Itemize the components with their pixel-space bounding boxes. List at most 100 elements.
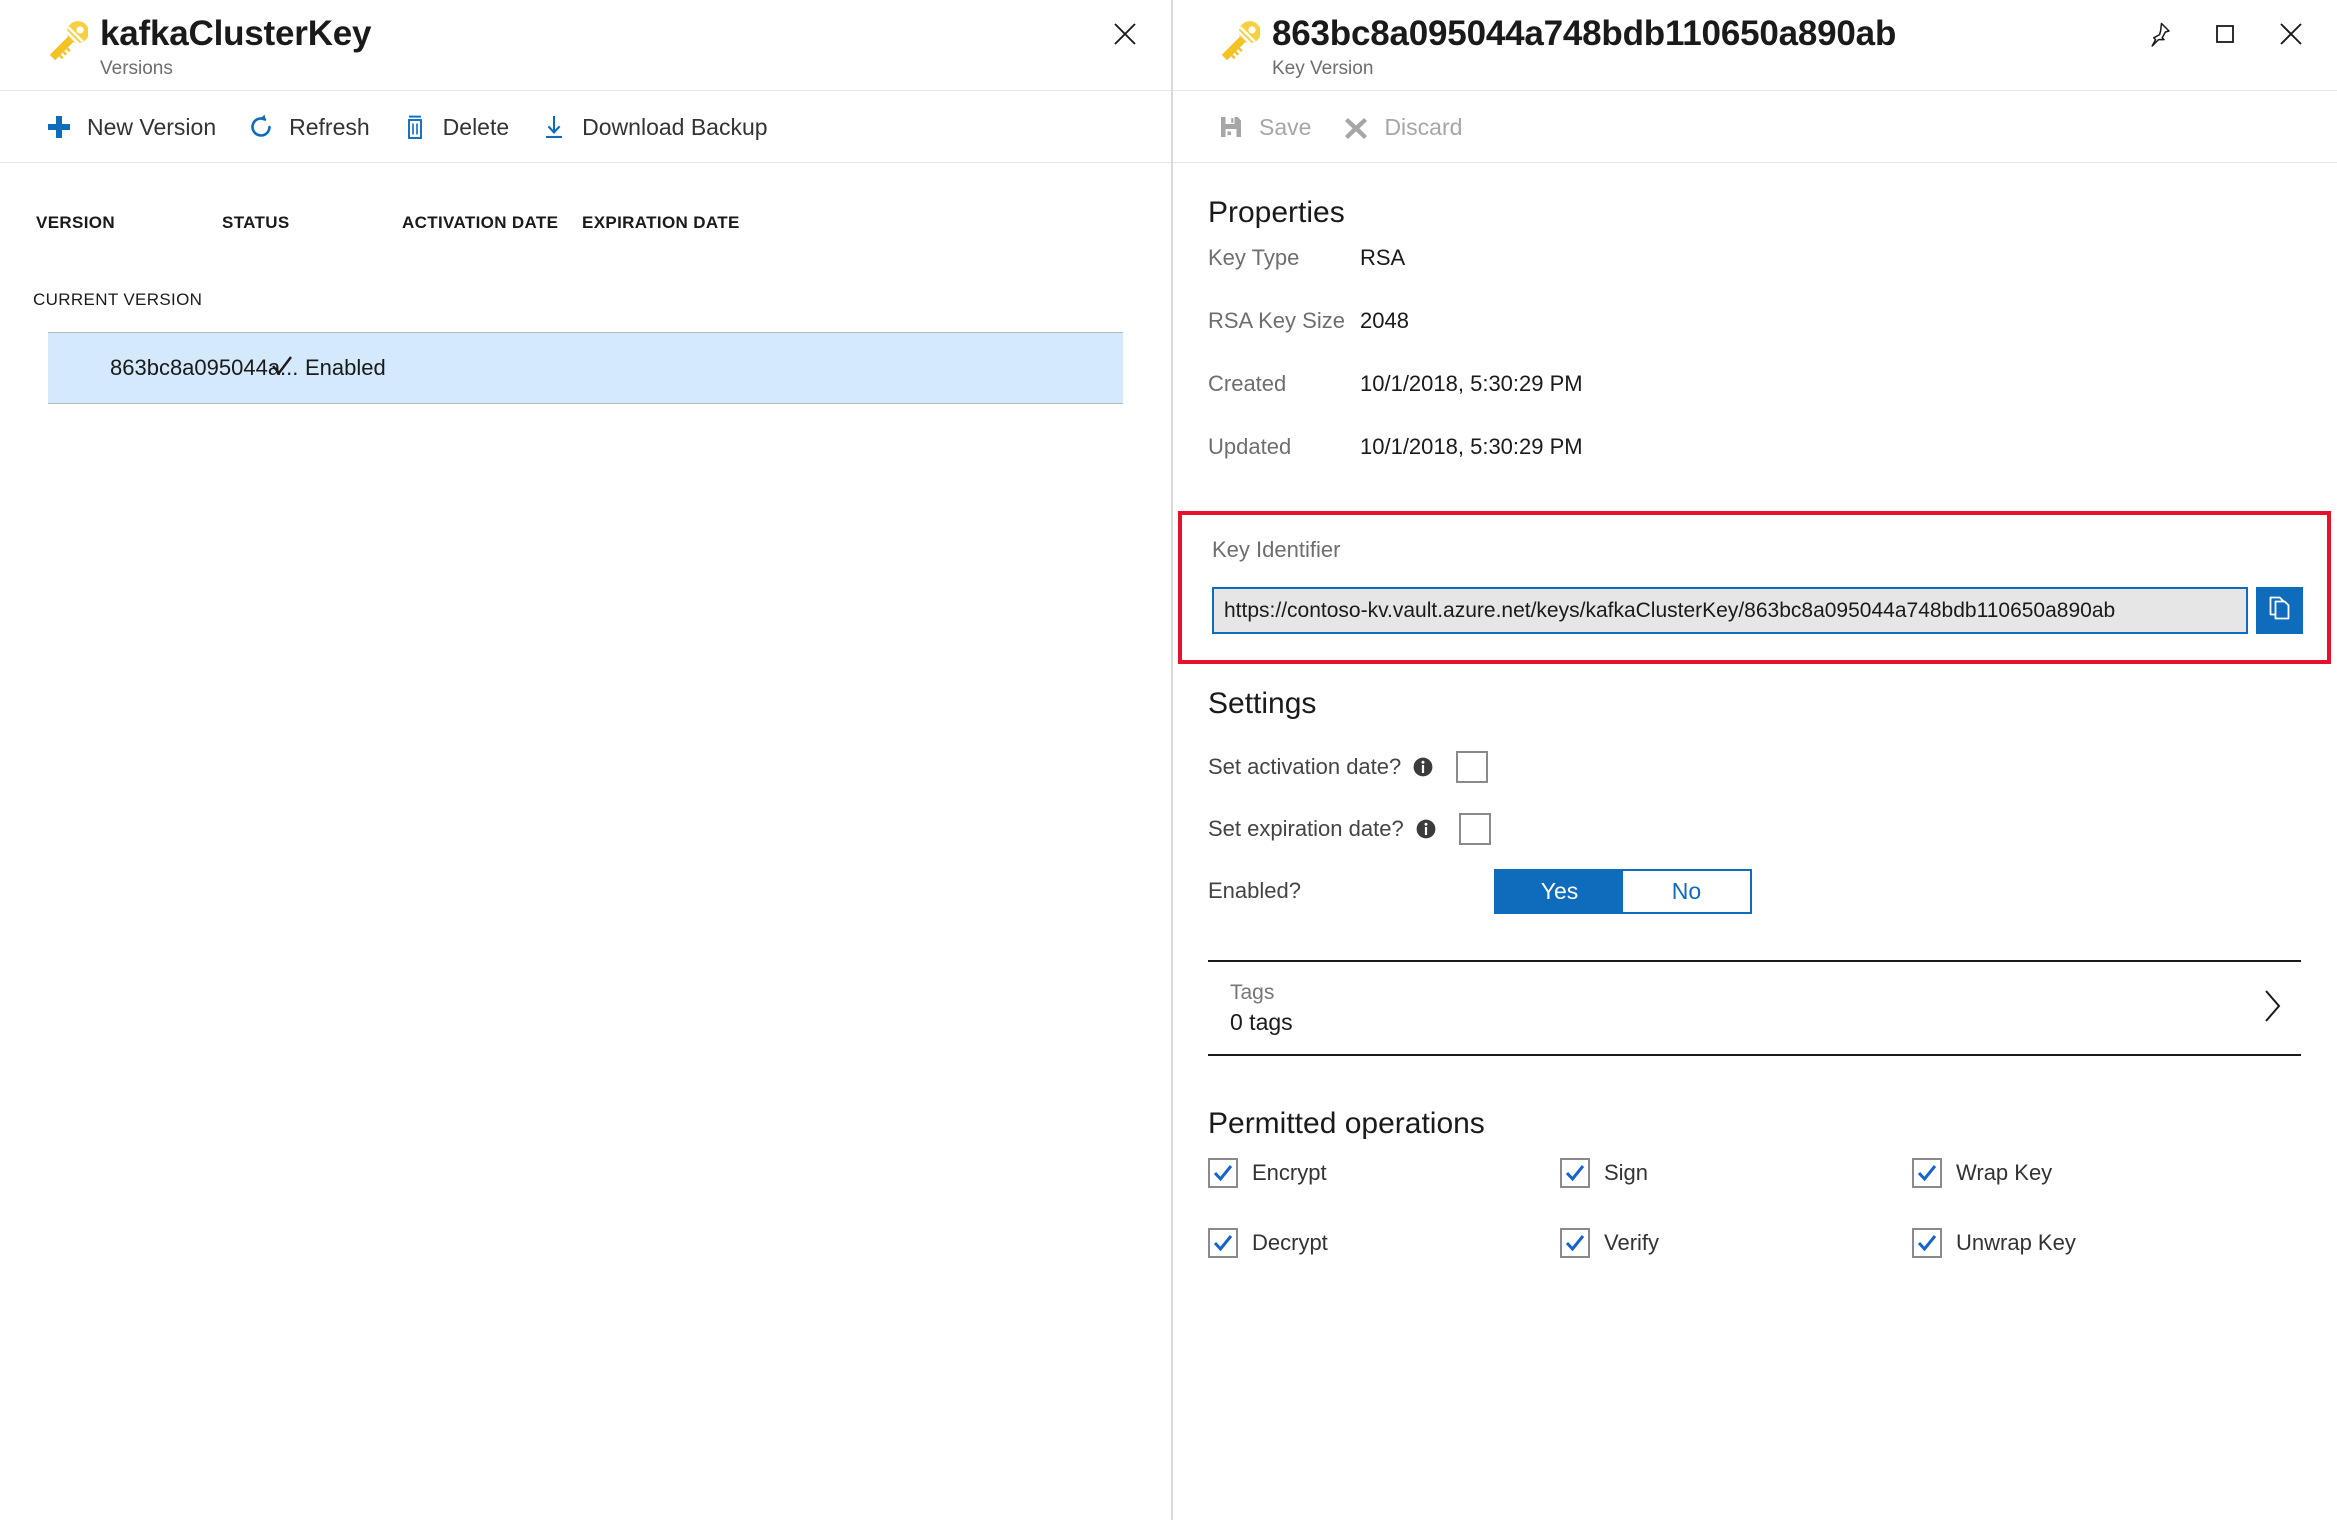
maximize-icon[interactable] [2205,14,2245,54]
tags-section[interactable]: Tags 0 tags [1208,960,2301,1056]
column-header-activation-date[interactable]: ACTIVATION DATE [402,213,582,233]
download-backup-label: Download Backup [582,113,768,140]
page-title: kafkaClusterKey [100,14,372,53]
azure-portal-blades: kafkaClusterKey Versions New Version Ref… [0,0,2337,1520]
refresh-icon [246,112,276,142]
checkbox-checked-icon[interactable] [1560,1158,1590,1188]
checkbox-checked-icon[interactable] [1560,1228,1590,1258]
checkmark-icon [270,354,294,383]
key-identifier-label: Key Identifier [1212,537,1341,562]
settings-heading: Settings [1208,687,1317,720]
chevron-right-icon[interactable] [2255,983,2289,1034]
download-backup-button[interactable]: Download Backup [531,104,789,150]
delete-button[interactable]: Delete [392,104,531,150]
property-label: Updated [1208,434,1292,459]
permitted-operations-heading: Permitted operations [1208,1107,1485,1140]
enabled-toggle: Yes No [1494,868,1752,914]
checkbox-checked-icon[interactable] [1912,1228,1942,1258]
property-value: 2048 [1360,308,1409,333]
column-header-expiration-date[interactable]: EXPIRATION DATE [582,213,782,233]
key-identifier-input[interactable] [1212,587,2248,634]
discard-button[interactable]: Discard [1333,104,1484,150]
left-blade-header: kafkaClusterKey Versions [0,0,1171,91]
property-rsa-key-size: RSA Key Size 2048 [1172,308,2337,371]
operation-verify[interactable]: Verify [1560,1222,1912,1264]
settings-section: Settings Set activation date? Set expira… [1172,686,2337,922]
property-label: Key Type [1208,245,1300,270]
set-expiration-date-label: Set expiration date? [1208,816,1404,841]
right-blade-header: 863bc8a095044a748bdb110650a890ab Key Ver… [1172,0,2337,91]
set-expiration-date-checkbox[interactable] [1458,813,1491,845]
save-icon [1216,112,1246,142]
permitted-operations-grid: Encrypt Sign Wrap Key Decrypt Verify Unw… [1172,1152,2337,1264]
operation-label: Encrypt [1252,1160,1327,1185]
checkbox-checked-icon[interactable] [1912,1158,1942,1188]
permitted-operations-section: Permitted operations Encrypt Sign Wrap K… [1172,1106,2337,1264]
page-subtitle: Versions [100,58,173,79]
current-version-group-label: CURRENT VERSION [33,290,203,309]
versions-table-header: VERSION STATUS ACTIVATION DATE EXPIRATIO… [0,191,1171,255]
set-activation-date-label-group: Set activation date? [1208,754,1434,780]
operation-unwrap-key[interactable]: Unwrap Key [1912,1222,2264,1264]
enabled-yes-option[interactable]: Yes [1496,870,1623,912]
set-expiration-date-row: Set expiration date? [1172,798,2337,860]
tags-label: Tags [1230,981,1275,1004]
key-version-title: 863bc8a095044a748bdb110650a890ab [1272,14,1897,53]
row-version-value: 863bc8a095044a... [110,355,299,380]
discard-label: Discard [1384,113,1463,140]
close-icon[interactable] [2271,14,2311,54]
operation-label: Sign [1604,1160,1649,1185]
pin-icon[interactable] [2139,14,2179,54]
table-row[interactable]: 863bc8a095044a... Enabled [48,332,1123,404]
new-version-label: New Version [87,113,217,140]
operation-wrap-key[interactable]: Wrap Key [1912,1152,2264,1194]
close-icon[interactable] [1105,14,1145,54]
enabled-row: Enabled? Yes No [1172,860,2337,922]
key-version-content: Properties Key Type RSA RSA Key Size 204… [1172,163,2337,1264]
copy-icon [2266,594,2294,627]
key-identifier-row [1182,587,2327,634]
download-icon [539,112,569,142]
trash-icon [400,112,430,142]
row-status-label: Enabled [305,355,386,380]
left-blade-window-actions [1105,14,1145,54]
operation-encrypt[interactable]: Encrypt [1208,1152,1560,1194]
save-label: Save [1259,113,1312,140]
left-blade-titles: kafkaClusterKey Versions [100,14,372,80]
delete-label: Delete [442,113,510,140]
row-status: Enabled [270,354,386,383]
operation-label: Wrap Key [1956,1160,2053,1185]
operation-label: Verify [1604,1230,1660,1255]
property-label: RSA Key Size [1208,308,1345,333]
column-header-status[interactable]: STATUS [222,213,402,233]
info-icon[interactable] [1412,756,1434,778]
save-button[interactable]: Save [1208,104,1333,150]
property-label: Created [1208,371,1287,396]
key-identifier-highlight: Key Identifier [1178,511,2331,664]
column-header-version[interactable]: VERSION [36,213,222,233]
copy-to-clipboard-button[interactable] [2256,587,2303,634]
info-icon[interactable] [1415,818,1437,840]
key-version-subtitle: Key Version [1272,58,1374,79]
refresh-label: Refresh [289,113,370,140]
key-version-blade: 863bc8a095044a748bdb110650a890ab Key Ver… [1172,0,2337,1520]
right-command-bar: Save Discard [1172,91,2337,163]
operation-sign[interactable]: Sign [1560,1152,1912,1194]
checkbox-checked-icon[interactable] [1208,1158,1238,1188]
operation-decrypt[interactable]: Decrypt [1208,1222,1560,1264]
property-created: Created 10/1/2018, 5:30:29 PM [1172,371,2337,434]
checkbox-checked-icon[interactable] [1208,1228,1238,1258]
refresh-button[interactable]: Refresh [238,104,392,150]
set-activation-date-label: Set activation date? [1208,754,1402,779]
operation-label: Unwrap Key [1956,1230,2076,1255]
new-version-button[interactable]: New Version [36,104,238,150]
property-key-type: Key Type RSA [1172,245,2337,308]
set-activation-date-checkbox[interactable] [1456,751,1489,783]
enabled-no-option[interactable]: No [1623,870,1750,912]
key-versions-blade: kafkaClusterKey Versions New Version Ref… [0,0,1172,1520]
properties-heading: Properties [1208,196,1345,229]
property-updated: Updated 10/1/2018, 5:30:29 PM [1172,434,2337,497]
property-value: RSA [1360,245,1406,270]
right-blade-window-actions [2139,14,2311,54]
set-expiration-date-label-group: Set expiration date? [1208,816,1437,842]
